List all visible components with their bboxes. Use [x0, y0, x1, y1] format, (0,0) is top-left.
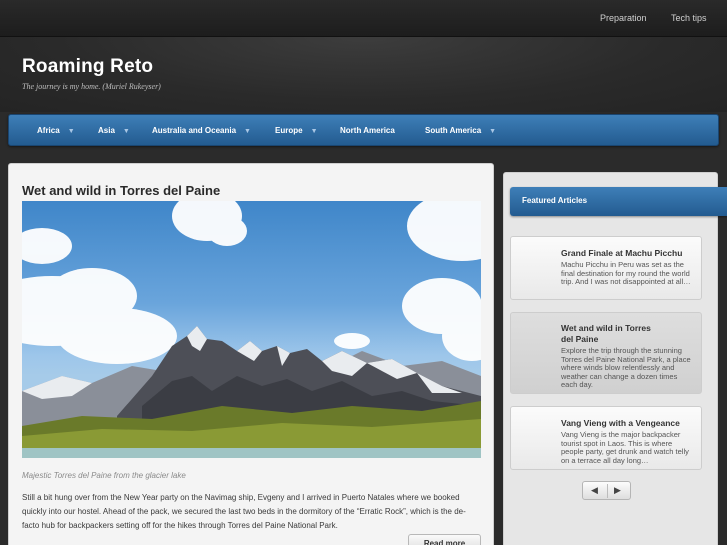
chevron-down-icon: ▼ [310, 128, 318, 135]
featured-article-text: Vang Vieng is the major backpacker touri… [561, 430, 689, 465]
nav-item-label: Australia and Oceania [152, 126, 237, 135]
nav-item-australia-and-oceania[interactable]: Australia and Oceania ▼ [152, 126, 251, 135]
featured-pager: ◀ ▶ [582, 481, 631, 500]
sidebar-title-bar: Featured Articles [510, 187, 727, 216]
nav-item-label: South America [425, 126, 482, 135]
nav-item-africa[interactable]: Africa ▼ [37, 126, 75, 135]
image-caption: Majestic Torres del Paine from the glaci… [22, 471, 186, 480]
nav-item-europe[interactable]: Europe ▼ [275, 126, 318, 135]
article-thumbnail [519, 417, 557, 455]
post-hero-image[interactable] [22, 201, 481, 458]
triangle-left-icon[interactable]: ◀ [591, 485, 598, 496]
main-nav: Africa ▼ Asia ▼ Australia and Oceania ▼ Eur… [8, 114, 719, 146]
triangle-right-icon[interactable]: ▶ [614, 485, 621, 496]
chevron-down-icon: ▼ [122, 128, 130, 135]
chevron-down-icon: ▼ [244, 128, 251, 135]
post-title[interactable]: Wet and wild in Torres del Paine [22, 183, 220, 198]
site-title[interactable]: Roaming Reto [22, 56, 153, 78]
nav-item-north-america[interactable]: North America [340, 126, 395, 135]
sidebar-title: Featured Articles [522, 196, 588, 205]
article-thumbnail [519, 247, 557, 285]
article-thumbnail [519, 323, 557, 361]
featured-article[interactable]: Grand Finale at Machu Picchu Machu Picch… [510, 236, 702, 300]
read-more-button[interactable]: Read more [408, 534, 481, 545]
site-tagline: The journey is my home. (Muriel Rukeyser… [22, 82, 161, 91]
featured-article-text: Explore the trip through the stunning To… [561, 346, 691, 389]
featured-article-text: Machu Picchu in Peru was set as the fina… [561, 260, 691, 286]
nav-item-south-america[interactable]: South America ▼ [425, 126, 496, 135]
nav-item-asia[interactable]: Asia ▼ [98, 126, 130, 135]
topnav-link-preparation[interactable]: Preparation [600, 13, 647, 23]
featured-article-active[interactable]: Wet and wild in Torres del Paine Explore… [510, 312, 702, 394]
topnav-link-tech-tips[interactable]: Tech tips [671, 13, 707, 23]
nav-item-label: Africa [37, 126, 60, 135]
featured-article-title[interactable]: Grand Finale at Machu Picchu [561, 248, 691, 259]
chevron-down-icon: ▼ [489, 128, 497, 135]
featured-article-title[interactable]: Vang Vieng with a Vengeance [561, 418, 691, 429]
featured-article-title[interactable]: Wet and wild in Torres del Paine [561, 323, 661, 345]
pager-divider [607, 484, 608, 498]
chevron-down-icon: ▼ [67, 128, 75, 135]
featured-article[interactable]: Vang Vieng with a Vengeance Vang Vieng i… [510, 406, 702, 470]
post-excerpt: Still a bit hung over from the New Year … [22, 493, 466, 530]
top-bar: Preparation Tech tips [0, 0, 727, 37]
nav-item-label: Europe [275, 126, 303, 135]
nav-item-label: Asia [98, 126, 115, 135]
nav-item-label: North America [340, 126, 395, 135]
mountain-landscape-image [22, 201, 481, 458]
